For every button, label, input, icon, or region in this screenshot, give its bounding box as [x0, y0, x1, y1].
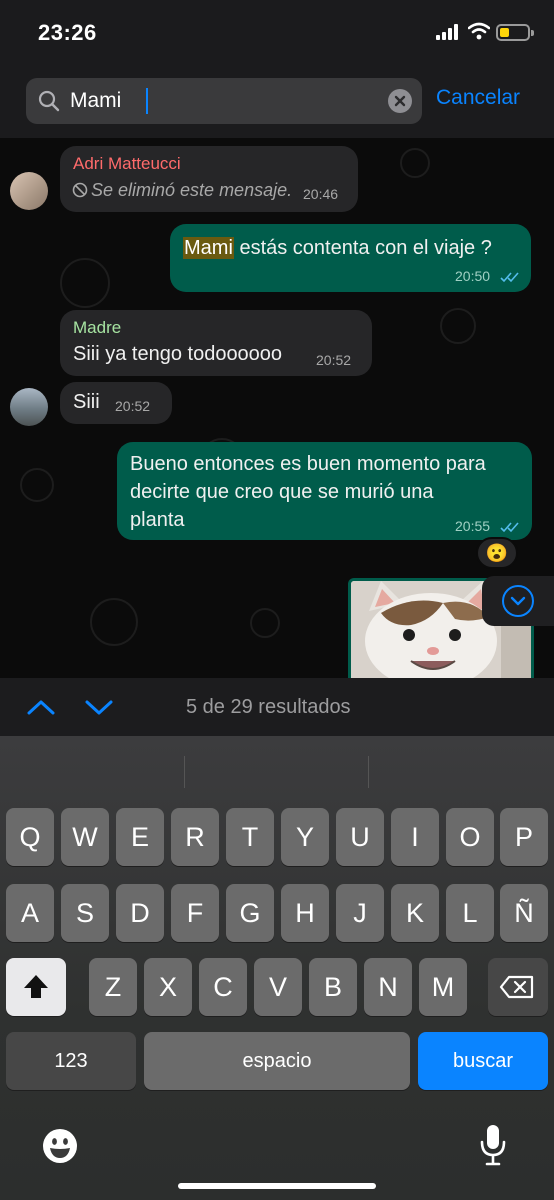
chat-area[interactable]: Adri Matteucci Se eliminó este mensaje. … [0, 138, 554, 678]
read-ticks-icon [500, 272, 519, 283]
emoji-icon[interactable] [42, 1128, 78, 1164]
message-bubble[interactable]: Madre Siii ya tengo todoooooo 20:52 [60, 310, 372, 376]
key-z[interactable]: Z [89, 958, 137, 1016]
cancel-button[interactable]: Cancelar [436, 86, 520, 110]
text-caret [146, 88, 148, 114]
scroll-to-bottom-button[interactable] [482, 576, 554, 626]
message-text: Mami estás contenta con el viaje ? [183, 237, 492, 259]
shift-icon [24, 975, 48, 998]
key-l[interactable]: L [446, 884, 494, 942]
key-s[interactable]: S [61, 884, 109, 942]
message-text: Bueno entonces es buen momento para [130, 453, 486, 475]
wifi-icon [468, 22, 490, 40]
message-time: 20:50 [455, 268, 491, 284]
clear-icon[interactable] [388, 89, 412, 113]
signal-icon [436, 24, 460, 40]
deleted-icon [72, 182, 88, 198]
key-m[interactable]: M [419, 958, 467, 1016]
key-j[interactable]: J [336, 884, 384, 942]
search-key[interactable]: buscar [418, 1032, 548, 1090]
message-bubble[interactable]: Adri Matteucci Se eliminó este mensaje. … [60, 146, 358, 212]
key-o[interactable]: O [446, 808, 494, 866]
arrow-down-icon[interactable] [84, 694, 114, 720]
suggestion-divider [368, 756, 369, 788]
search-highlight: Mami [183, 237, 234, 259]
key-b[interactable]: B [309, 958, 357, 1016]
key-n[interactable]: N [364, 958, 412, 1016]
key-v[interactable]: V [254, 958, 302, 1016]
suggestion-divider [184, 756, 185, 788]
message-reaction[interactable]: 😮 [476, 537, 518, 569]
avatar[interactable] [10, 172, 48, 210]
key-n-tilde[interactable]: Ñ [500, 884, 548, 942]
backspace-key[interactable] [488, 958, 548, 1016]
battery-icon [496, 24, 534, 41]
search-results-bar: 5 de 29 resultados [0, 678, 554, 736]
key-e[interactable]: E [116, 808, 164, 866]
wallpaper-doodle [250, 608, 280, 638]
chevron-down-icon [502, 585, 534, 617]
search-input[interactable] [70, 86, 370, 116]
message-time: 20:55 [455, 518, 491, 534]
search-box[interactable] [26, 78, 422, 124]
key-i[interactable]: I [391, 808, 439, 866]
message-bubble[interactable]: Bueno entonces es buen momento para deci… [117, 442, 532, 540]
key-q[interactable]: Q [6, 808, 54, 866]
key-f[interactable]: F [171, 884, 219, 942]
key-w[interactable]: W [61, 808, 109, 866]
key-y[interactable]: Y [281, 808, 329, 866]
message-sender: Adri Matteucci [73, 154, 181, 173]
search-icon [38, 90, 60, 112]
microphone-icon[interactable] [480, 1124, 506, 1166]
backspace-icon [499, 975, 534, 999]
wallpaper-doodle [20, 468, 54, 502]
numbers-key[interactable]: 123 [6, 1032, 136, 1090]
space-key[interactable]: espacio [144, 1032, 410, 1090]
key-k[interactable]: K [391, 884, 439, 942]
wallpaper-doodle [60, 258, 110, 308]
message-text: decirte que creo que se murió una [130, 481, 434, 503]
message-bubble[interactable]: Mami estás contenta con el viaje ? 20:50 [170, 224, 531, 292]
keyboard: Q W E R T Y U I O P A S D F G H J K L Ñ … [0, 736, 554, 1200]
message-bubble[interactable]: Siii 20:52 [60, 382, 172, 424]
read-ticks-icon [500, 522, 519, 533]
key-d[interactable]: D [116, 884, 164, 942]
key-c[interactable]: C [199, 958, 247, 1016]
status-bar: 23:26 [0, 0, 554, 66]
message-text: Siii [73, 391, 100, 413]
message-text: Siii ya tengo todoooooo [73, 343, 283, 365]
key-x[interactable]: X [144, 958, 192, 1016]
message-sender: Madre [73, 318, 122, 337]
status-time: 23:26 [38, 20, 97, 45]
results-count: 5 de 29 resultados [186, 696, 351, 718]
shift-key[interactable] [6, 958, 66, 1016]
key-h[interactable]: H [281, 884, 329, 942]
wallpaper-doodle [400, 148, 430, 178]
key-p[interactable]: P [500, 808, 548, 866]
key-t[interactable]: T [226, 808, 274, 866]
home-indicator[interactable] [178, 1183, 376, 1189]
wallpaper-doodle [90, 598, 138, 646]
message-text: planta [130, 509, 185, 531]
avatar[interactable] [10, 388, 48, 426]
key-u[interactable]: U [336, 808, 384, 866]
key-r[interactable]: R [171, 808, 219, 866]
message-text: Se eliminó este mensaje. [91, 180, 293, 200]
message-time: 20:52 [115, 398, 151, 414]
wallpaper-doodle [440, 308, 476, 344]
key-a[interactable]: A [6, 884, 54, 942]
key-g[interactable]: G [226, 884, 274, 942]
search-header: Cancelar [0, 66, 554, 138]
arrow-up-icon[interactable] [26, 694, 56, 720]
message-time: 20:52 [316, 352, 352, 368]
message-time: 20:46 [303, 186, 339, 202]
